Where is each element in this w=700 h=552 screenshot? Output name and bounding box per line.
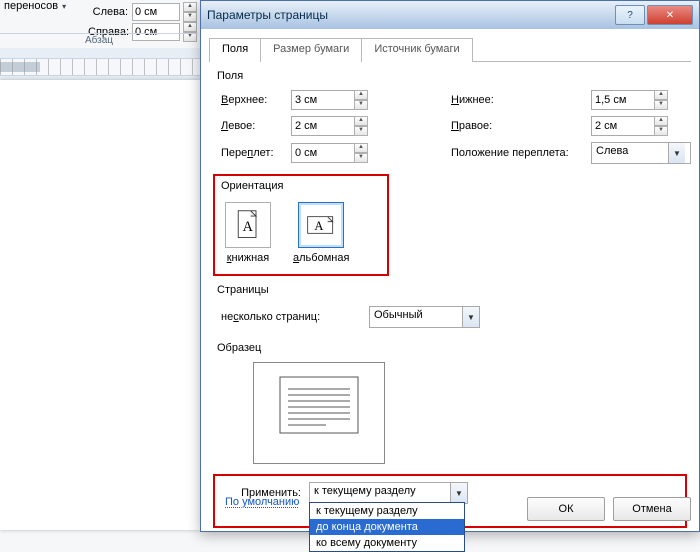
- dialog-title: Параметры страницы: [207, 8, 328, 22]
- page-setup-dialog: Параметры страницы ? ✕ Поля Размер бумаг…: [200, 0, 700, 532]
- orientation-landscape-label: альбомная: [293, 252, 349, 264]
- margin-left-input[interactable]: ▲▼: [291, 116, 381, 136]
- orientation-portrait-label: книжная: [227, 252, 270, 264]
- svg-text:A: A: [315, 219, 324, 233]
- close-button[interactable]: ✕: [647, 5, 693, 25]
- hyphenation-text: переносов: [4, 0, 58, 12]
- gutter-position-combo[interactable]: Слева▼: [591, 142, 691, 164]
- ok-button[interactable]: ОК: [527, 497, 605, 521]
- document-page: [0, 80, 200, 530]
- page-preview: [253, 362, 385, 464]
- multiple-pages-label: несколько страниц:: [221, 311, 351, 323]
- document-area: [0, 48, 200, 530]
- multiple-pages-combo[interactable]: Обычный▼: [369, 306, 480, 328]
- indent-left-spinner[interactable]: ▲▼: [183, 2, 197, 22]
- indent-left-row: Слева: ▲▼: [88, 2, 197, 22]
- apply-to-dropdown-list: к текущему разделу до конца документа ко…: [309, 502, 465, 552]
- preview-group-label: Образец: [213, 340, 687, 358]
- margins-grid: Верхнее: ▲▼ Нижнее: ▲▼ Левое: ▲▼ Правое:…: [213, 86, 687, 172]
- chevron-down-icon[interactable]: ▼: [668, 143, 685, 163]
- gutter-label: Переплет:: [221, 147, 291, 159]
- margin-bottom-input[interactable]: ▲▼: [591, 90, 691, 110]
- landscape-icon: A: [298, 202, 344, 248]
- close-icon: ✕: [666, 10, 674, 21]
- tab-strip: Поля Размер бумаги Источник бумаги: [209, 37, 691, 62]
- indent-left-input[interactable]: [132, 3, 180, 21]
- cancel-button[interactable]: Отмена: [613, 497, 691, 521]
- apply-option-to-end[interactable]: до конца документа: [310, 519, 464, 535]
- orientation-portrait[interactable]: A книжная: [225, 202, 271, 264]
- hyphenation-label: переносов ▾: [4, 0, 66, 12]
- tab-paper-size[interactable]: Размер бумаги: [260, 38, 362, 62]
- margin-right-label: Правое:: [451, 120, 591, 132]
- spinner[interactable]: ▲▼: [354, 143, 368, 163]
- margin-top-label: Верхнее:: [221, 94, 291, 106]
- margin-bottom-label: Нижнее:: [451, 94, 591, 106]
- orientation-group: Ориентация A книжная A альбомная: [213, 174, 389, 276]
- pages-group-label: Страницы: [213, 282, 687, 300]
- spinner[interactable]: ▲▼: [354, 90, 368, 110]
- help-button[interactable]: ?: [615, 5, 645, 25]
- orientation-group-label: Ориентация: [221, 178, 381, 196]
- pages-row: несколько страниц: Обычный▼: [213, 300, 687, 340]
- gutter-input[interactable]: ▲▼: [291, 143, 381, 163]
- set-as-default-link[interactable]: По умолчанию: [221, 496, 299, 508]
- tab-page-margins: Поля Верхнее: ▲▼ Нижнее: ▲▼ Левое: ▲▼ Пр…: [209, 62, 691, 528]
- dialog-titlebar[interactable]: Параметры страницы ? ✕: [201, 1, 699, 29]
- apply-option-current-section[interactable]: к текущему разделу: [310, 503, 464, 519]
- tab-margins[interactable]: Поля: [209, 38, 261, 62]
- margins-group-label: Поля: [213, 68, 687, 86]
- ribbon-group-label: Абзац: [0, 33, 198, 48]
- gutter-position-label: Положение переплета:: [451, 147, 591, 159]
- portrait-icon: A: [225, 202, 271, 248]
- spinner[interactable]: ▲▼: [354, 116, 368, 136]
- indent-left-label: Слева:: [88, 6, 128, 18]
- svg-text:A: A: [243, 219, 254, 235]
- dialog-buttons: ОК Отмена: [527, 497, 691, 521]
- horizontal-ruler[interactable]: [0, 58, 201, 76]
- chevron-down-icon[interactable]: ▼: [462, 307, 479, 327]
- chevron-down-icon[interactable]: ▾: [62, 2, 66, 11]
- margin-left-label: Левое:: [221, 120, 291, 132]
- tab-paper-source[interactable]: Источник бумаги: [361, 38, 472, 62]
- orientation-landscape[interactable]: A альбомная: [293, 202, 349, 264]
- spinner[interactable]: ▲▼: [654, 116, 668, 136]
- margin-right-input[interactable]: ▲▼: [591, 116, 691, 136]
- chevron-down-icon[interactable]: ▼: [450, 483, 467, 503]
- apply-option-whole-doc[interactable]: ко всему документу: [310, 535, 464, 551]
- margin-top-input[interactable]: ▲▼: [291, 90, 381, 110]
- spinner[interactable]: ▲▼: [654, 90, 668, 110]
- apply-to-dropdown[interactable]: к текущему разделу▼ к текущему разделу д…: [309, 482, 468, 504]
- help-icon: ?: [627, 10, 633, 21]
